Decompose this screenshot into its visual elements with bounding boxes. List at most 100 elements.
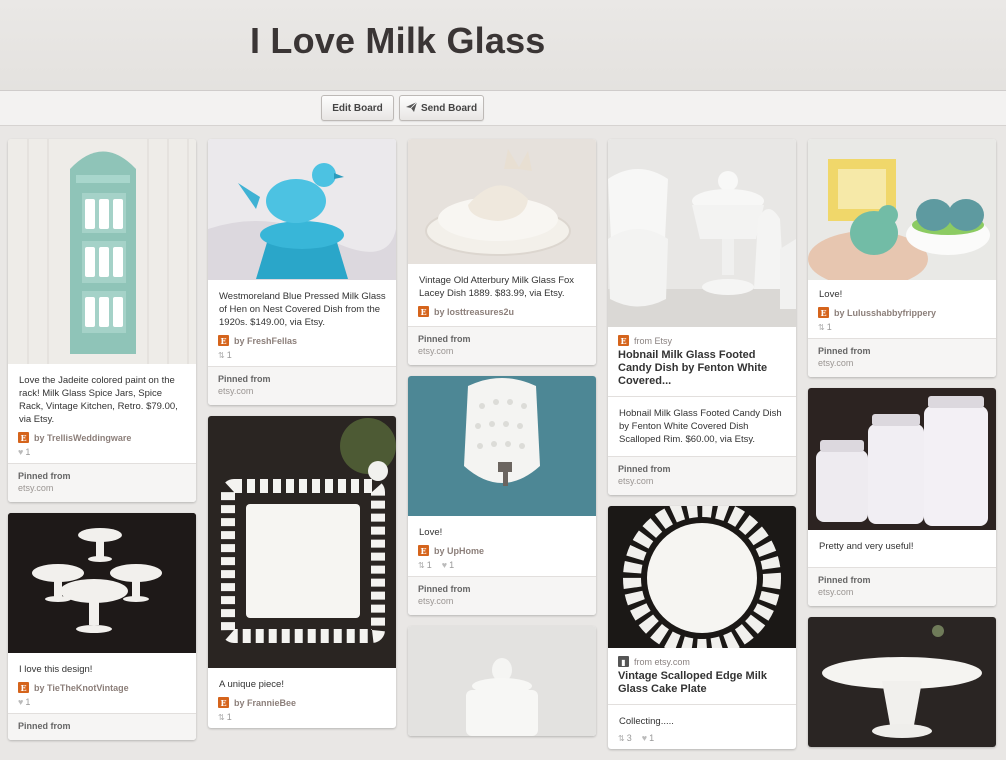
- pin-card[interactable]: Love! E by UpHome ⇅ 1 ♥ 1 Pinned from etsy…: [408, 376, 596, 615]
- pinner-row[interactable]: E by TrellisWeddingware: [8, 430, 196, 446]
- repin-count: 1: [226, 350, 232, 360]
- pinned-from[interactable]: Pinned from etsy.com: [408, 326, 596, 365]
- board-header: I Love Milk Glass: [0, 0, 1006, 91]
- pin-description: Pretty and very useful!: [819, 541, 914, 552]
- pinned-from[interactable]: Pinned from etsy.com: [408, 576, 596, 615]
- pinner-name[interactable]: by losttreasures2u: [434, 307, 514, 317]
- pin-card[interactable]: ▮ from etsy.com Vintage Scalloped Edge M…: [608, 506, 796, 749]
- pin-card[interactable]: Westmoreland Blue Pressed Milk Glass of …: [208, 139, 396, 405]
- pinned-from[interactable]: Pinned from etsy.com: [608, 456, 796, 495]
- pin-card[interactable]: I love this design! E by TieTheKnotVinta…: [8, 513, 196, 740]
- like-count: 1: [449, 560, 455, 570]
- etsy-logo-icon: E: [218, 335, 229, 346]
- pin-image-blue-hen[interactable]: [208, 139, 396, 280]
- etsy-logo-icon: E: [818, 307, 829, 318]
- pin-image-fox-dish[interactable]: [408, 139, 596, 264]
- source-title[interactable]: Hobnail Milk Glass Footed Candy Dish by …: [608, 349, 796, 392]
- pin-description: A unique piece!: [219, 679, 284, 690]
- pinner-row[interactable]: E by FrannieBee: [208, 695, 396, 711]
- pin-description: Love the Jadeite colored paint on the ra…: [19, 375, 178, 425]
- like-count: 1: [25, 447, 31, 457]
- pin-image-canisters[interactable]: [808, 388, 996, 530]
- pin-card[interactable]: [408, 626, 596, 736]
- pin-image-spice-rack[interactable]: [8, 139, 196, 364]
- send-board-label: Send Board: [420, 102, 478, 114]
- pin-stats: ♥ 1: [8, 696, 196, 713]
- pinner-name[interactable]: by FrannieBee: [234, 698, 296, 708]
- pin-image-hobnail-candy-dish[interactable]: [608, 139, 796, 327]
- pinned-from-label: Pinned from: [818, 346, 871, 356]
- pinner-row[interactable]: E by losttreasures2u: [408, 304, 596, 320]
- etsy-logo-icon: E: [18, 682, 29, 693]
- pin-card[interactable]: [808, 617, 996, 747]
- pin-column-2: Westmoreland Blue Pressed Milk Glass of …: [208, 139, 396, 739]
- pinner-row[interactable]: E by TieTheKnotVintage: [8, 680, 196, 696]
- pin-image-cake-plate[interactable]: [608, 506, 796, 648]
- pinned-from-domain[interactable]: etsy.com: [418, 595, 586, 607]
- pinned-from-label: Pinned from: [418, 334, 471, 344]
- etsy-logo-icon: E: [418, 306, 429, 317]
- pinned-from-domain[interactable]: etsy.com: [418, 345, 586, 357]
- pinned-from-domain[interactable]: etsy.com: [618, 475, 786, 487]
- pinner-row[interactable]: E by Lulusshabbyfrippery: [808, 305, 996, 321]
- pinner-name[interactable]: by TrellisWeddingware: [34, 433, 131, 443]
- repin-icon: ⇅: [818, 322, 825, 332]
- like-count: 1: [649, 733, 655, 743]
- source-favicon-icon: ▮: [618, 656, 629, 667]
- pinner-name[interactable]: by UpHome: [434, 546, 484, 556]
- pinned-from-label: Pinned from: [18, 721, 71, 731]
- pinned-from-domain[interactable]: etsy.com: [818, 586, 986, 598]
- pin-card[interactable]: A unique piece! E by FrannieBee ⇅ 1: [208, 416, 396, 728]
- pin-description: Westmoreland Blue Pressed Milk Glass of …: [219, 291, 386, 328]
- pinned-from-domain[interactable]: etsy.com: [18, 482, 186, 494]
- pinner-name[interactable]: by Lulusshabbyfrippery: [834, 308, 936, 318]
- source-row[interactable]: ▮ from etsy.com: [608, 648, 796, 670]
- edit-board-label: Edit Board: [332, 102, 383, 114]
- send-board-button[interactable]: Send Board: [399, 95, 484, 121]
- source-title[interactable]: Vintage Scalloped Edge Milk Glass Cake P…: [608, 670, 796, 700]
- pinned-from[interactable]: Pinned from etsy.com: [808, 567, 996, 606]
- like-count: 1: [25, 697, 31, 707]
- pinned-from[interactable]: Pinned from etsy.com: [808, 338, 996, 377]
- source-from[interactable]: from Etsy: [634, 336, 672, 346]
- pinner-name[interactable]: by TieTheKnotVintage: [34, 683, 129, 693]
- pin-card[interactable]: Love the Jadeite colored paint on the ra…: [8, 139, 196, 502]
- pinned-from-domain[interactable]: etsy.com: [818, 357, 986, 369]
- edit-board-button[interactable]: Edit Board: [321, 95, 394, 121]
- pinned-from[interactable]: Pinned from etsy.com: [8, 463, 196, 502]
- pin-column-5: Love! E by Lulusshabbyfrippery ⇅ 1 Pinned…: [808, 139, 996, 758]
- pin-card[interactable]: Vintage Old Atterbury Milk Glass Fox Lac…: [408, 139, 596, 365]
- repin-count: 1: [426, 560, 432, 570]
- pinned-from-label: Pinned from: [618, 464, 671, 474]
- pinned-from-domain[interactable]: etsy.com: [218, 385, 386, 397]
- pin-image-bird-soaps[interactable]: [808, 139, 996, 280]
- pin-image-hobnail-jar[interactable]: [408, 626, 596, 736]
- pin-column-3: Vintage Old Atterbury Milk Glass Fox Lac…: [408, 139, 596, 747]
- board-toolbar: Edit Board Send Board: [0, 91, 1006, 126]
- heart-icon: ♥: [18, 697, 24, 707]
- pin-stats: ⇅ 1: [208, 349, 396, 366]
- etsy-logo-icon: E: [218, 697, 229, 708]
- pin-card[interactable]: Pretty and very useful! Pinned from etsy…: [808, 388, 996, 606]
- pinned-from[interactable]: Pinned from etsy.com: [208, 366, 396, 405]
- pinner-row[interactable]: E by FreshFellas: [208, 333, 396, 349]
- pin-image-cake-stand[interactable]: [808, 617, 996, 747]
- pinner-row[interactable]: E by UpHome: [408, 543, 596, 559]
- source-row[interactable]: E from Etsy: [608, 327, 796, 349]
- etsy-logo-icon: E: [618, 335, 629, 346]
- repin-count: 1: [826, 322, 832, 332]
- pin-image-hobnail-dispenser[interactable]: [408, 376, 596, 516]
- pin-stats: ⇅ 3 ♥ 1: [608, 732, 796, 749]
- heart-icon: ♥: [18, 447, 24, 457]
- repin-icon: ⇅: [418, 560, 425, 570]
- pin-image-compotes[interactable]: [8, 513, 196, 653]
- pin-card[interactable]: E from Etsy Hobnail Milk Glass Footed Ca…: [608, 139, 796, 495]
- pinned-from-label: Pinned from: [418, 584, 471, 594]
- paper-plane-icon: [405, 101, 418, 115]
- pinner-name[interactable]: by FreshFellas: [234, 336, 297, 346]
- pin-card[interactable]: Love! E by Lulusshabbyfrippery ⇅ 1 Pinned…: [808, 139, 996, 377]
- pin-stats: ⇅ 1 ♥ 1: [408, 559, 596, 576]
- pinned-from[interactable]: Pinned from: [8, 713, 196, 740]
- source-from[interactable]: from etsy.com: [634, 657, 690, 667]
- pin-image-lace-plate[interactable]: [208, 416, 396, 668]
